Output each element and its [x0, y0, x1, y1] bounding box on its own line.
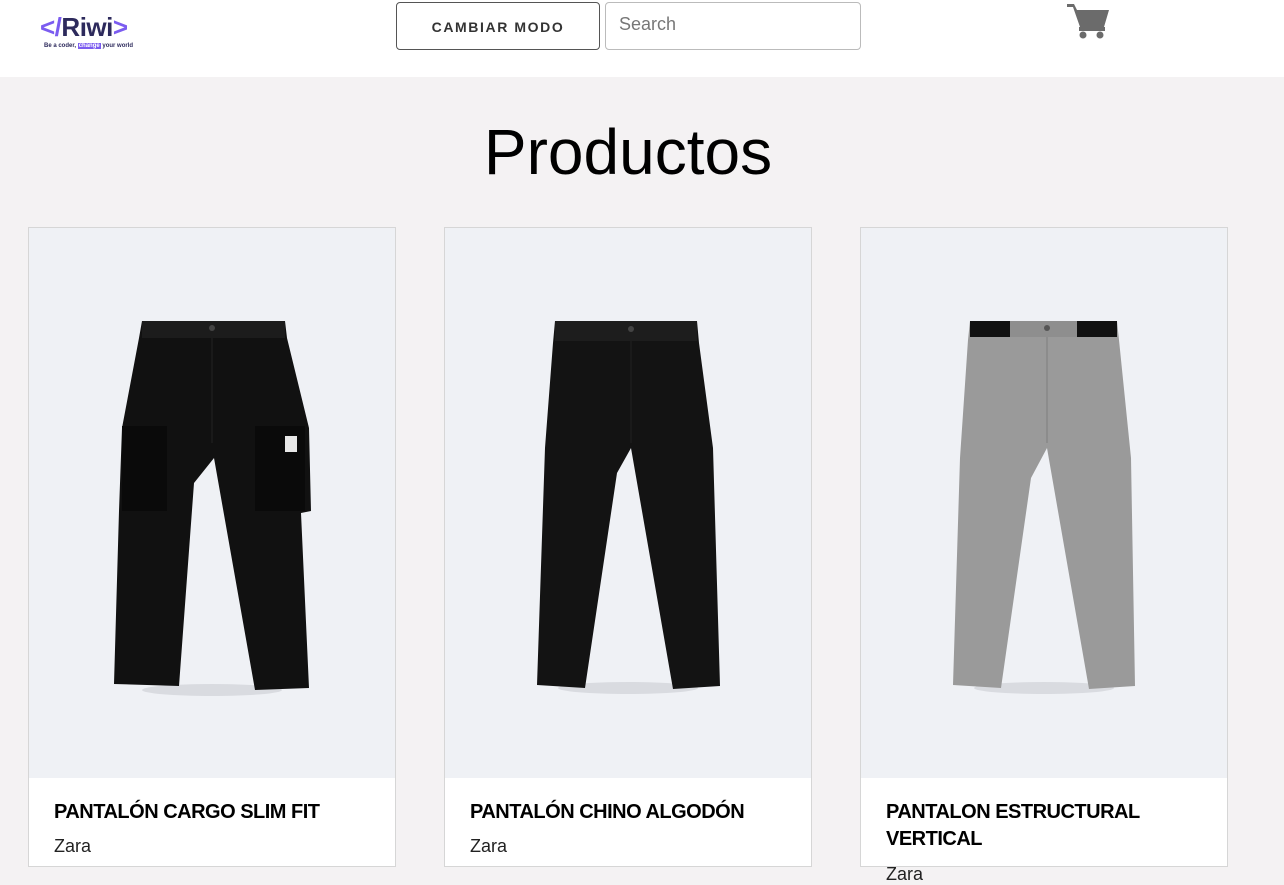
riwi-logo[interactable]: </Riwi> Be a coder, change your world — [40, 12, 134, 52]
product-card[interactable]: PANTALÓN CARGO SLIM FIT Zara — [28, 227, 396, 867]
product-name: PANTALÓN CHINO ALGODÓN — [470, 801, 745, 823]
product-image[interactable] — [29, 228, 395, 778]
product-card[interactable]: PANTALON ESTRUCTURAL VERTICAL Zara — [860, 227, 1228, 884]
product-name: PANTALÓN CARGO SLIM FIT — [54, 801, 320, 823]
product-brand: Zara — [470, 836, 508, 856]
search-input[interactable] — [605, 2, 861, 50]
logo-wordmark: </Riwi> — [40, 12, 128, 42]
product-image[interactable] — [861, 228, 1227, 778]
logo-tagline: Be a coder, change your world — [44, 43, 134, 49]
cart-icon[interactable] — [1065, 0, 1111, 40]
change-mode-button[interactable]: CAMBIAR MODO — [396, 2, 600, 50]
product-card[interactable]: PANTALÓN CHINO ALGODÓN Zara — [444, 227, 812, 867]
product-brand: Zara — [54, 836, 92, 856]
page-title: Productos — [483, 116, 773, 188]
product-brand: Zara — [886, 864, 924, 884]
product-image[interactable] — [445, 228, 811, 778]
top-header: </Riwi> Be a coder, change your world CA… — [0, 0, 1284, 77]
product-name: PANTALON ESTRUCTURAL VERTICAL — [886, 801, 1140, 850]
